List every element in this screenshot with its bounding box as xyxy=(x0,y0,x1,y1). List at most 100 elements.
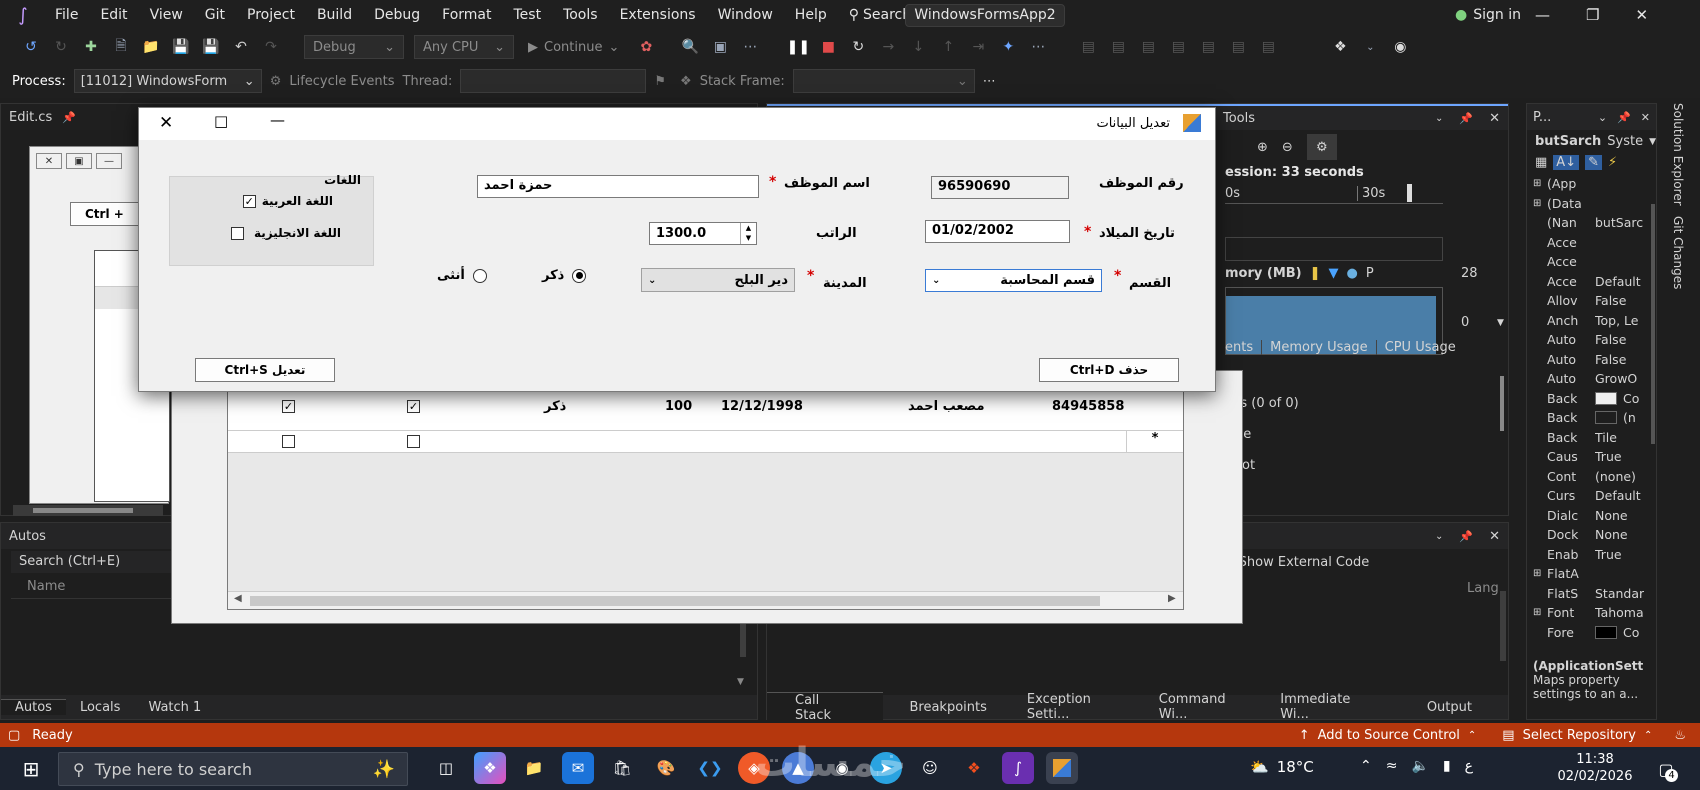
menu-build[interactable]: Build xyxy=(306,0,363,30)
show-external-code-button[interactable]: ❐ Show External Code xyxy=(1221,555,1369,570)
figma-icon[interactable]: ❖ xyxy=(958,752,990,784)
menu-debug[interactable]: Debug xyxy=(363,0,431,30)
properties-scrollbar[interactable] xyxy=(1649,184,1657,624)
tab-command-window[interactable]: Command Wi... xyxy=(1145,692,1267,722)
tab-memory-usage[interactable]: Memory Usage xyxy=(1262,339,1377,355)
expand-icon[interactable]: ⊞ xyxy=(1533,568,1547,579)
winforms-app-task-icon[interactable] xyxy=(1046,752,1078,784)
pause-icon[interactable]: ❚❚ xyxy=(785,34,811,60)
pin-icon[interactable]: 📌 xyxy=(62,111,76,124)
maximize-icon[interactable]: □ xyxy=(214,112,228,130)
copilot-icon[interactable]: ❖ xyxy=(1327,34,1353,60)
battery-icon[interactable]: ▮ xyxy=(1443,758,1451,774)
align-right-icon[interactable]: ▤ xyxy=(1135,34,1161,60)
close-icon[interactable]: ✕ xyxy=(1641,111,1650,124)
align-middle-icon[interactable]: ▤ xyxy=(1195,34,1221,60)
vscode-icon[interactable]: ❮❯ xyxy=(694,752,726,784)
align-center-icon[interactable]: ▤ xyxy=(1105,34,1131,60)
windows-start-icon[interactable]: ⊞ xyxy=(18,756,44,782)
close-icon[interactable]: ✕ xyxy=(1635,6,1648,24)
property-row[interactable]: Dock None xyxy=(1533,525,1650,545)
department-dropdown[interactable]: ⌄ قسم المحاسبة xyxy=(925,269,1102,292)
property-row[interactable]: Enab True xyxy=(1533,545,1650,565)
property-row[interactable]: Dialc None xyxy=(1533,506,1650,526)
platform-dropdown[interactable]: Any CPU ⌄ xyxy=(414,35,514,59)
store-icon[interactable]: 🛍 xyxy=(606,752,638,784)
property-row[interactable]: Cont (none) xyxy=(1533,467,1650,487)
tab-exception-settings[interactable]: Exception Setti... xyxy=(1013,692,1145,722)
arabic-cell-checkbox[interactable] xyxy=(282,435,295,448)
back-icon[interactable]: ↺ xyxy=(18,34,44,60)
timeline-cursor[interactable] xyxy=(1407,184,1412,202)
categorized-icon[interactable]: ▦ xyxy=(1535,155,1547,170)
file-explorer-icon[interactable]: 📁 xyxy=(518,752,550,784)
taskbar-search-input[interactable]: ⚲ Type here to search ✨ xyxy=(58,752,408,786)
diagnostics-icon[interactable]: ✦ xyxy=(995,34,1021,60)
tab-cpu-usage[interactable]: CPU Usage xyxy=(1377,340,1464,355)
menu-window[interactable]: Window xyxy=(707,0,784,30)
stepper-arrows-icon[interactable]: ▲ ▼ xyxy=(740,223,756,244)
outlook-icon[interactable]: ✉ xyxy=(562,752,594,784)
menu-git[interactable]: Git xyxy=(194,0,236,30)
property-row[interactable]: ⊞ (App xyxy=(1533,174,1650,194)
tab-output[interactable]: Output xyxy=(1391,700,1508,715)
property-row[interactable]: Acce Default xyxy=(1533,272,1650,292)
save-all-icon[interactable]: 💾 xyxy=(198,34,224,60)
english-language-checkbox[interactable]: اللغة الانجليزية xyxy=(231,226,341,240)
step-out-icon[interactable]: ↑ xyxy=(935,34,961,60)
layout-icon[interactable]: ▣ xyxy=(707,34,733,60)
input-language[interactable]: ع xyxy=(1465,758,1473,774)
property-row[interactable]: ⊞ Font Tahoma xyxy=(1533,603,1650,623)
notifications-bell-icon[interactable]: ♨ xyxy=(1674,728,1686,743)
folder-icon[interactable]: 📁 xyxy=(138,34,164,60)
restart-icon[interactable]: ↻ xyxy=(845,34,871,60)
chevron-up-icon[interactable]: ⌃ xyxy=(1360,758,1372,774)
property-row[interactable]: Back (n xyxy=(1533,408,1650,428)
property-row[interactable]: Allov False xyxy=(1533,291,1650,311)
stack-frame-dropdown[interactable]: ⌄ xyxy=(792,69,975,93)
redo-icon[interactable]: ↷ xyxy=(258,34,284,60)
grid-row-1[interactable]: ✓ ✓ ذكر 100 12/12/1998 مصعب احمد 8494585… xyxy=(228,389,1183,431)
flag-icon[interactable]: ⚑ xyxy=(654,74,666,89)
gender-female-radio[interactable]: أنثى xyxy=(437,268,487,283)
emoji-app-icon[interactable]: ☺ xyxy=(914,752,946,784)
chevron-down-icon[interactable]: ⌄ xyxy=(1598,111,1607,124)
paint-icon[interactable]: 🎨 xyxy=(650,752,682,784)
edit-button[interactable]: Ctrl+S تعديل xyxy=(195,358,335,382)
notification-center-icon[interactable]: ▢ 4 xyxy=(1652,756,1680,782)
minimize-icon[interactable]: — xyxy=(1535,6,1550,24)
lifecycle-events-button[interactable]: Lifecycle Events xyxy=(289,74,394,89)
task-view-icon[interactable]: ◫ xyxy=(430,752,462,784)
volume-icon[interactable]: 🔈 xyxy=(1411,758,1428,774)
continue-button[interactable]: ▶ Continue ⌄ xyxy=(528,40,619,55)
configuration-dropdown[interactable]: Debug ⌄ xyxy=(304,35,404,59)
pin-icon[interactable]: 📌 xyxy=(1459,530,1473,543)
birth-date-picker[interactable]: 01/02/2002 xyxy=(925,220,1070,243)
solution-explorer-tab[interactable]: Solution Explorer xyxy=(1671,103,1685,206)
gender-male-radio[interactable]: ذكر xyxy=(542,268,587,283)
close-icon[interactable]: ✕ xyxy=(1489,111,1500,126)
events-icon[interactable]: ⚡ xyxy=(1608,155,1617,170)
solution-name-badge[interactable]: WindowsFormsApp2 xyxy=(905,4,1065,27)
property-row[interactable]: FlatS Standar xyxy=(1533,584,1650,604)
employee-name-field[interactable]: حمزة احمد xyxy=(477,175,759,198)
pin-icon[interactable]: 📌 xyxy=(1459,112,1473,125)
property-row[interactable]: Auto GrowO xyxy=(1533,369,1650,389)
grid-new-row[interactable]: * xyxy=(228,431,1183,453)
browse-icon[interactable]: 🔍 xyxy=(677,34,703,60)
chevron-down-icon[interactable]: ⌄ xyxy=(1435,531,1443,542)
employee-id-field[interactable]: 96590690 xyxy=(931,176,1069,199)
alphabetical-icon[interactable]: A↓ xyxy=(1553,155,1580,170)
menu-format[interactable]: Format xyxy=(431,0,502,30)
visual-studio-task-icon[interactable]: ∫ xyxy=(1002,752,1034,784)
process-dropdown[interactable]: [11012] WindowsForm ⌄ xyxy=(73,69,262,93)
editor-tab[interactable]: Edit.cs 📌 xyxy=(1,104,131,130)
tab-breakpoints[interactable]: Breakpoints xyxy=(883,700,1012,715)
city-dropdown[interactable]: ⌄ دير البلح xyxy=(641,268,795,292)
copilot-app-icon[interactable]: ❖ xyxy=(474,752,506,784)
properties-icon[interactable]: ✎ xyxy=(1585,155,1602,170)
stop-icon[interactable]: ■ xyxy=(815,34,841,60)
open-file-icon[interactable]: 🗎 xyxy=(108,34,134,60)
filter-thread-icon[interactable]: ❖ xyxy=(680,74,692,89)
hot-reload-icon[interactable]: ✿ xyxy=(633,34,659,60)
